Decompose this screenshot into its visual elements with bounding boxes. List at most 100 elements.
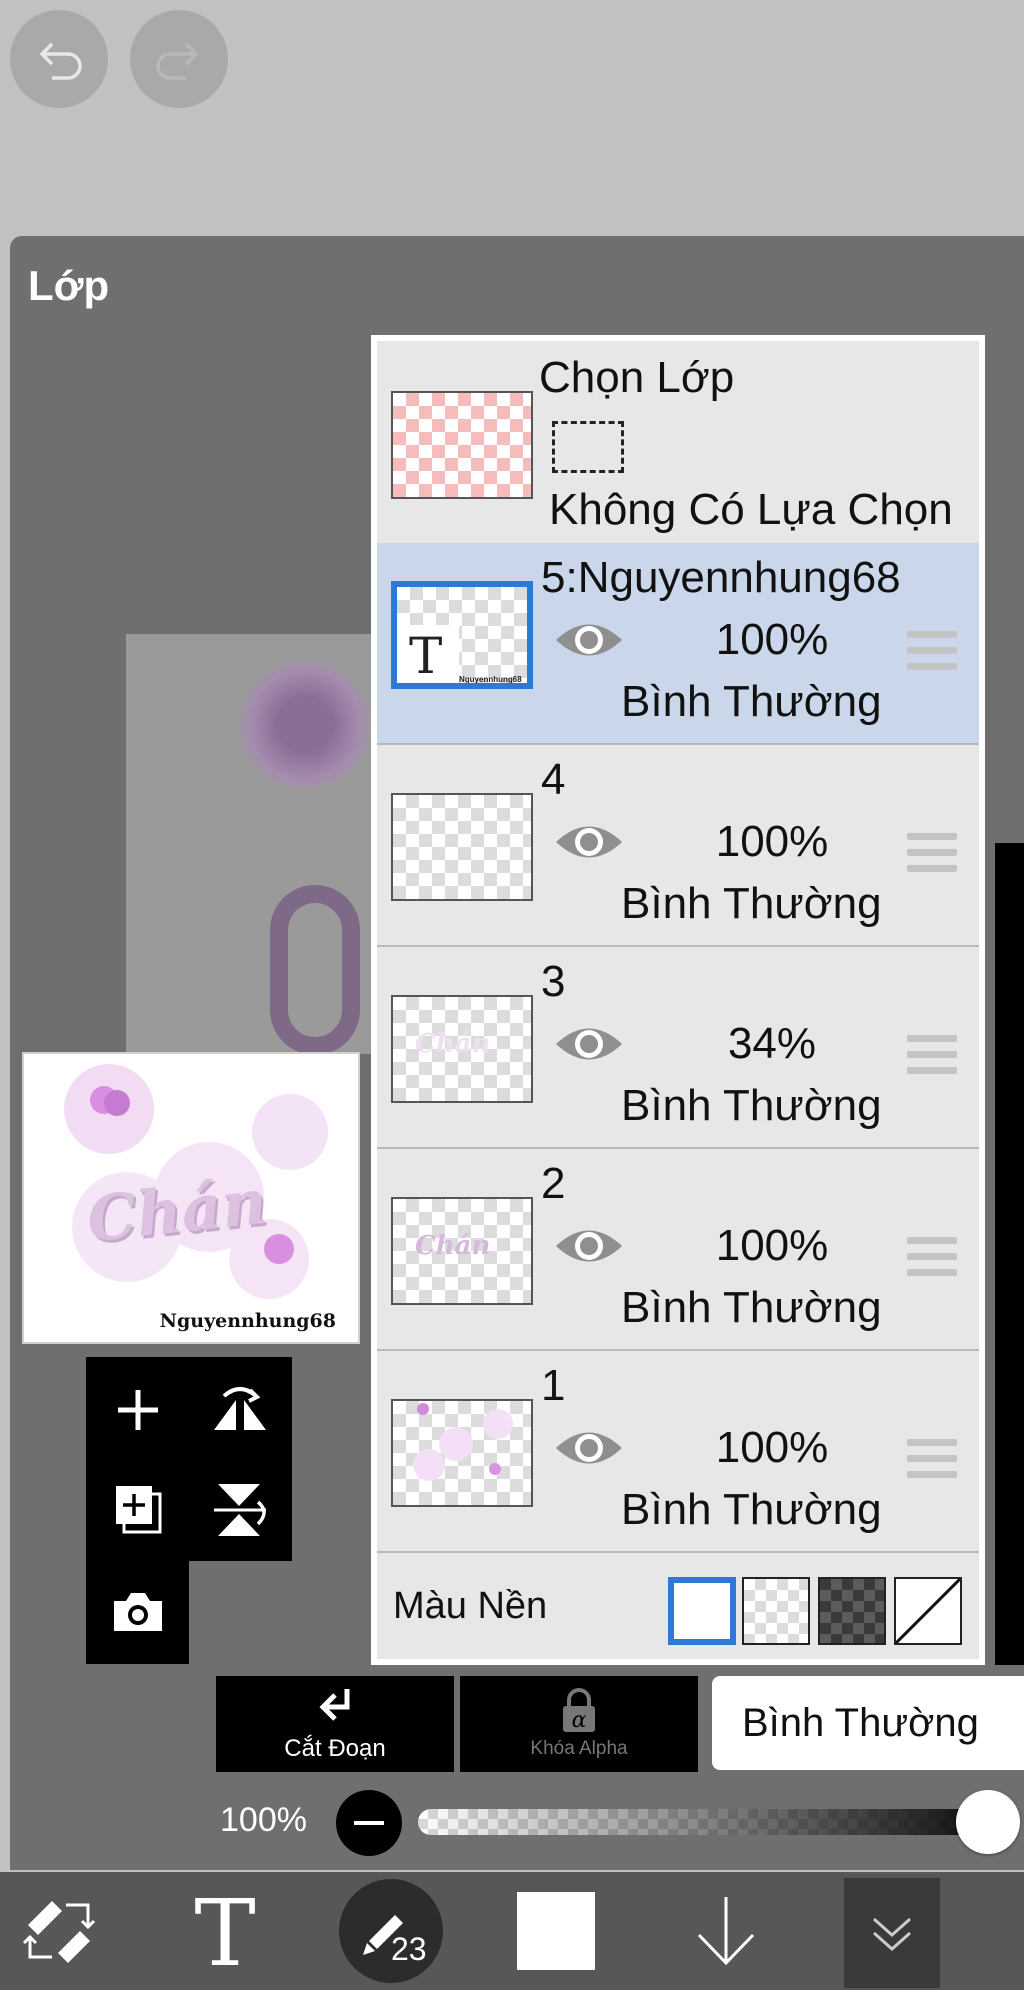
duplicate-layer-button[interactable]: [88, 1460, 188, 1560]
clipping-label: Cắt Đoạn: [284, 1735, 386, 1762]
layer-thumbnail: [391, 1399, 533, 1507]
layer-row[interactable]: Chán 2 100% Bình Thường: [377, 1149, 979, 1351]
layer-blend-mode: Bình Thường: [621, 1081, 882, 1130]
thumb-bokeh: [489, 1463, 501, 1475]
layer-opacity: 100%: [715, 1221, 829, 1270]
brush-size: 23: [391, 1931, 427, 1967]
svg-text:T: T: [194, 1891, 255, 1971]
layer-opacity: 100%: [715, 817, 829, 866]
preview-bokeh: [252, 1094, 328, 1170]
visibility-eye-icon[interactable]: [553, 615, 625, 665]
layer-name: 1: [541, 1361, 566, 1410]
thumb-bokeh: [483, 1409, 513, 1439]
svg-text:α: α: [572, 1708, 587, 1733]
opacity-slider-track[interactable]: [418, 1809, 978, 1835]
text-tool-button[interactable]: T: [170, 1872, 280, 1990]
clipping-button[interactable]: Cắt Đoạn: [216, 1676, 454, 1772]
layer-move-down-button[interactable]: [676, 1872, 776, 1990]
drag-handle-icon[interactable]: [907, 1035, 957, 1083]
selection-layer-row[interactable]: Chọn Lớp Không Có Lựa Chọn: [377, 341, 979, 545]
camera-button[interactable]: [88, 1562, 188, 1662]
text-layer-icon: T: [409, 627, 443, 685]
clipping-arrow-icon: [319, 1689, 350, 1721]
background-checker-light-swatch[interactable]: [742, 1577, 810, 1645]
plus-icon: [118, 1390, 158, 1430]
layer-row[interactable]: 1 100% Bình Thường: [377, 1351, 979, 1553]
layer-list: Chọn Lớp Không Có Lựa Chọn T Nguyennhung…: [371, 335, 985, 1665]
visibility-eye-icon[interactable]: [553, 1019, 625, 1069]
selection-marquee-icon: [552, 421, 624, 473]
background-white-swatch[interactable]: [668, 1577, 736, 1645]
thumb-bokeh: [439, 1427, 473, 1461]
background-none-swatch[interactable]: [894, 1577, 962, 1645]
layer-row[interactable]: T Nguyennhung68 5:Nguyennhung68 100% Bìn…: [377, 543, 979, 745]
thumb-bokeh: [413, 1449, 445, 1481]
layer-row[interactable]: 4 100% Bình Thường: [377, 745, 979, 947]
panel-title: Lớp: [28, 262, 110, 309]
transform-tool-button[interactable]: [10, 1872, 110, 1990]
layer-thumb-text: Chán: [415, 1231, 491, 1261]
layer-row[interactable]: Chán 3 34% Bình Thường: [377, 947, 979, 1149]
undo-icon: [39, 42, 82, 80]
layer-name: 2: [541, 1159, 566, 1208]
undo-button[interactable]: [10, 10, 108, 108]
visibility-eye-icon[interactable]: [553, 817, 625, 867]
alpha-lock-button[interactable]: α Khóa Alpha: [460, 1676, 698, 1772]
background-label: Màu Nền: [393, 1585, 548, 1627]
preview-bokeh: [104, 1090, 130, 1116]
add-layer-button[interactable]: [88, 1360, 188, 1460]
layer-blend-mode: Bình Thường: [621, 1485, 882, 1534]
canvas-tool-strip: [995, 843, 1024, 1665]
minus-icon: [354, 1821, 384, 1825]
preview-watermark: Nguyennhung68: [159, 1310, 336, 1332]
layer-thumbnail: Chán: [391, 1197, 533, 1305]
flip-layer-button[interactable]: [190, 1360, 290, 1460]
text-icon: T: [194, 1891, 255, 1971]
duplicate-icon: [116, 1486, 162, 1534]
layer-thumbnail: [391, 793, 533, 901]
alpha-lock-label: Khóa Alpha: [530, 1738, 628, 1759]
canvas-letter-stroke: [270, 885, 360, 1055]
layer-name: 3: [541, 957, 566, 1006]
opacity-decrease-button[interactable]: [336, 1790, 402, 1856]
current-color-swatch: [517, 1892, 595, 1970]
layer-opacity: 100%: [715, 1423, 829, 1472]
selection-status: Không Có Lựa Chọn: [549, 485, 953, 534]
preview-bokeh: [264, 1234, 294, 1264]
layer-blend-mode: Bình Thường: [621, 879, 882, 928]
camera-icon: [114, 1593, 162, 1631]
redo-icon: [156, 42, 199, 80]
background-checker-dark-swatch[interactable]: [818, 1577, 886, 1645]
brush-tool-circle: 23: [339, 1879, 443, 1983]
brush-tool-button[interactable]: 23: [336, 1872, 446, 1990]
blend-mode-select[interactable]: Bình Thường: [712, 1676, 1024, 1770]
flip-horizontal-icon: [214, 1387, 266, 1430]
thumb-bokeh: [417, 1403, 429, 1415]
color-button[interactable]: [506, 1872, 606, 1990]
layer-opacity: 100%: [715, 615, 829, 664]
canvas-blob: [240, 660, 370, 790]
selection-title: Chọn Lớp: [539, 353, 735, 402]
layer-thumbnail: T Nguyennhung68: [391, 581, 533, 689]
layer-thumb-caption: Nguyennhung68: [459, 675, 522, 684]
drag-handle-icon[interactable]: [907, 631, 957, 679]
drag-handle-icon[interactable]: [907, 1439, 957, 1487]
canvas-preview[interactable]: Chán Nguyennhung68: [22, 1052, 360, 1344]
visibility-eye-icon[interactable]: [553, 1221, 625, 1271]
layer-blend-mode: Bình Thường: [621, 677, 882, 726]
lock-icon: α: [563, 1688, 595, 1733]
layer-opacity: 34%: [727, 1019, 817, 1068]
redo-button[interactable]: [130, 10, 228, 108]
collapse-panel-button[interactable]: [842, 1876, 942, 1990]
drag-handle-icon[interactable]: [907, 1237, 957, 1285]
arrow-down-icon: [697, 1897, 755, 1966]
visibility-eye-icon[interactable]: [553, 1423, 625, 1473]
selection-thumbnail: [391, 391, 533, 499]
drag-handle-icon[interactable]: [907, 833, 957, 881]
double-chevron-down-icon: [873, 1917, 911, 1952]
opacity-slider-thumb[interactable]: [956, 1790, 1020, 1854]
layer-thumbnail: Chán: [391, 995, 533, 1103]
rotate-layer-button[interactable]: [190, 1460, 290, 1560]
layer-name: 4: [541, 755, 566, 804]
layer-thumb-text: Chán: [415, 1029, 491, 1059]
